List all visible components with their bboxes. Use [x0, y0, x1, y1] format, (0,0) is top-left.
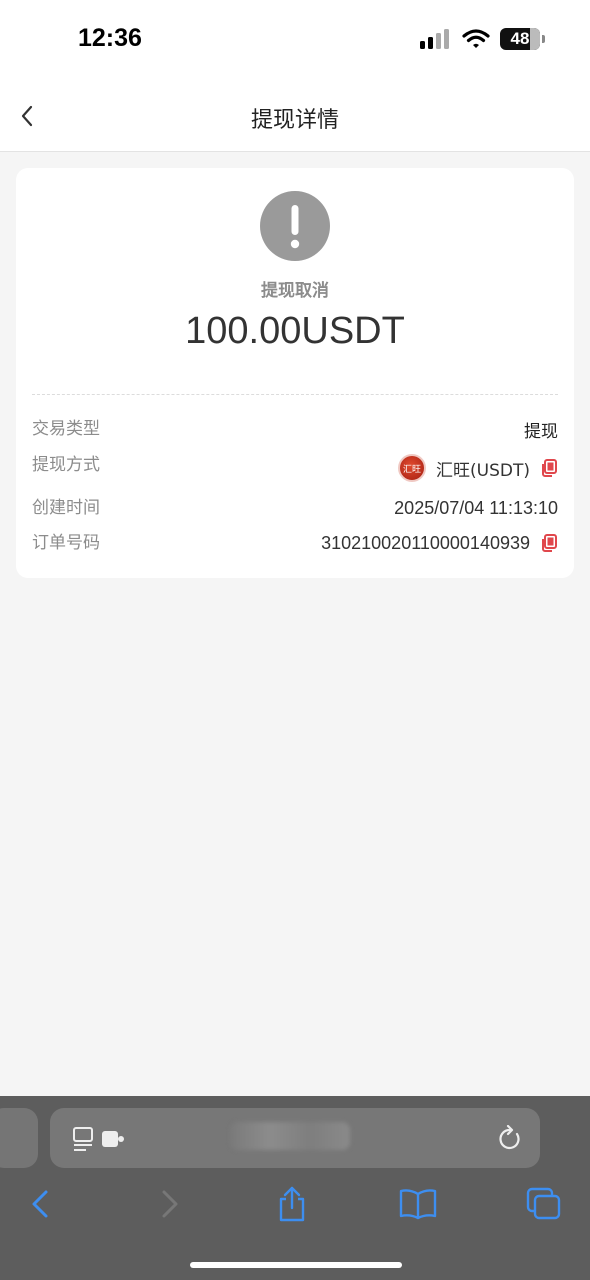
- status-icons: 48: [420, 28, 545, 50]
- browser-forward-button[interactable]: [148, 1186, 188, 1222]
- bookmarks-icon[interactable]: [398, 1186, 438, 1222]
- nav-header: 提现详情: [0, 80, 590, 152]
- tabs-icon[interactable]: [524, 1186, 564, 1222]
- reader-icon[interactable]: [72, 1126, 128, 1152]
- row-label: 提现方式: [32, 455, 100, 475]
- wifi-icon: [462, 29, 490, 48]
- copy-icon[interactable]: [540, 534, 558, 552]
- browser-back-button[interactable]: [22, 1186, 62, 1222]
- copy-icon[interactable]: [540, 459, 558, 477]
- url-text-blurred[interactable]: [230, 1122, 350, 1150]
- withdrawal-method-value: 汇旺(USDT): [436, 460, 530, 481]
- order-number-value: 310210020110000140939: [321, 532, 530, 553]
- status-time: 12:36: [78, 24, 142, 52]
- huiwang-logo-text: 汇旺: [403, 464, 422, 475]
- browser-toolbar: [0, 1096, 590, 1280]
- row-created-time: 创建时间 2025/07/04 11:13:10: [32, 493, 558, 523]
- previous-tab-preview[interactable]: [0, 1108, 38, 1168]
- dashed-divider: [32, 394, 558, 395]
- huiwang-logo: 汇旺: [398, 454, 427, 482]
- withdrawal-amount: 100.00USDT: [185, 310, 405, 352]
- withdrawal-detail-card: 提现取消 100.00USDT 交易类型 提现 提现方式 汇旺 汇旺(USDT)…: [16, 168, 574, 578]
- cellular-signal-icon: [420, 29, 449, 49]
- row-withdrawal-method: 提现方式 汇旺 汇旺(USDT): [32, 450, 558, 483]
- reload-icon[interactable]: [498, 1125, 522, 1151]
- page-title: 提现详情: [250, 108, 339, 133]
- status-label: 提现取消: [261, 281, 329, 301]
- created-time-value: 2025/07/04 11:13:10: [394, 497, 558, 518]
- share-icon[interactable]: [272, 1186, 312, 1222]
- status-bar: 12:36 48: [0, 0, 590, 80]
- home-indicator[interactable]: [190, 1262, 402, 1268]
- row-value: 汇旺 汇旺(USDT): [398, 453, 558, 483]
- transaction-type-value: 提现: [524, 421, 558, 442]
- row-value: 2025/07/04 11:13:10: [394, 493, 558, 523]
- row-transaction-type: 交易类型 提现: [32, 414, 558, 444]
- row-order-number: 订单号码 310210020110000140939: [32, 528, 558, 558]
- row-label: 交易类型: [32, 419, 100, 439]
- row-label: 订单号码: [32, 533, 100, 553]
- address-bar[interactable]: [50, 1108, 540, 1168]
- row-label: 创建时间: [32, 498, 100, 518]
- battery-level: 48: [510, 29, 530, 48]
- battery-icon: 48: [500, 28, 545, 50]
- exclamation-icon: [260, 191, 330, 261]
- row-value: 提现: [524, 414, 558, 444]
- row-value: 310210020110000140939: [321, 528, 558, 558]
